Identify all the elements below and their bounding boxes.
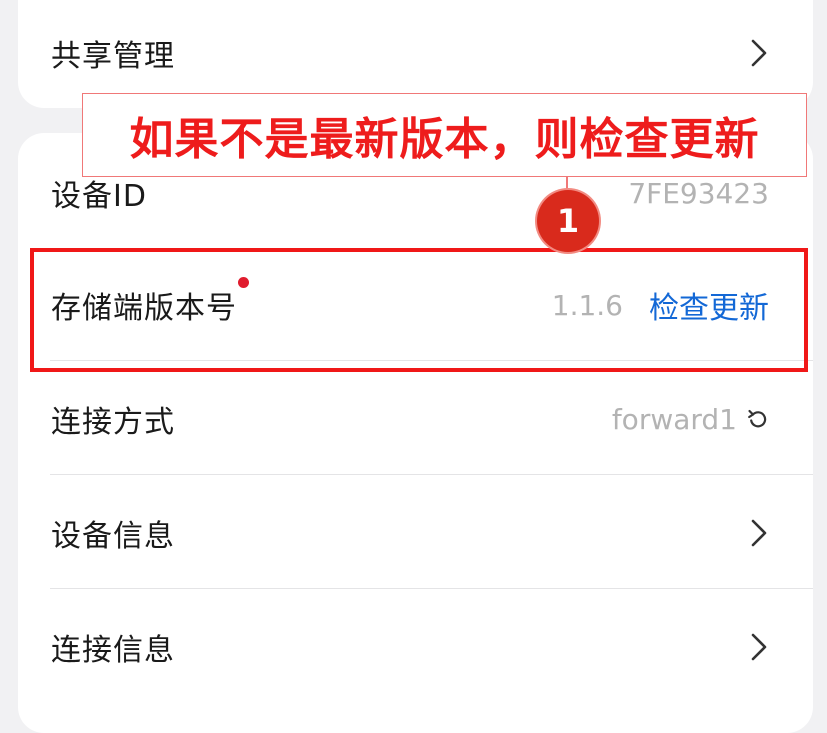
- device-id-value: 7FE93423: [628, 176, 769, 210]
- chevron-right-icon: [751, 39, 767, 67]
- row-connection-mode[interactable]: 连接方式 forward1: [18, 362, 813, 476]
- device-id-right: 7FE93423: [628, 177, 769, 210]
- row-connection-info[interactable]: 连接信息: [18, 590, 813, 704]
- divider: [50, 588, 813, 589]
- annotation-callout-text: 如果不是最新版本，则检查更新: [129, 114, 760, 165]
- annotation-highlight-box: [30, 248, 808, 372]
- refresh-icon[interactable]: [747, 408, 769, 430]
- annotation-step-badge: 1: [537, 190, 599, 252]
- connection-mode-value: forward1: [611, 402, 737, 436]
- chevron-right-icon: [751, 519, 767, 547]
- device-id-label: 设备ID: [51, 179, 147, 214]
- share-management-right: [749, 38, 769, 68]
- chevron-right-icon: [751, 633, 767, 661]
- share-management-label: 共享管理: [51, 39, 175, 74]
- connection-info-label: 连接信息: [51, 633, 175, 668]
- row-device-info[interactable]: 设备信息: [18, 476, 813, 590]
- device-info-label: 设备信息: [51, 519, 175, 554]
- connection-mode-label: 连接方式: [51, 405, 175, 440]
- connection-info-right: [749, 632, 769, 662]
- divider: [50, 474, 813, 475]
- connection-mode-right: forward1: [612, 403, 769, 436]
- device-info-right: [749, 518, 769, 548]
- annotation-callout: 如果不是最新版本，则检查更新: [82, 93, 807, 177]
